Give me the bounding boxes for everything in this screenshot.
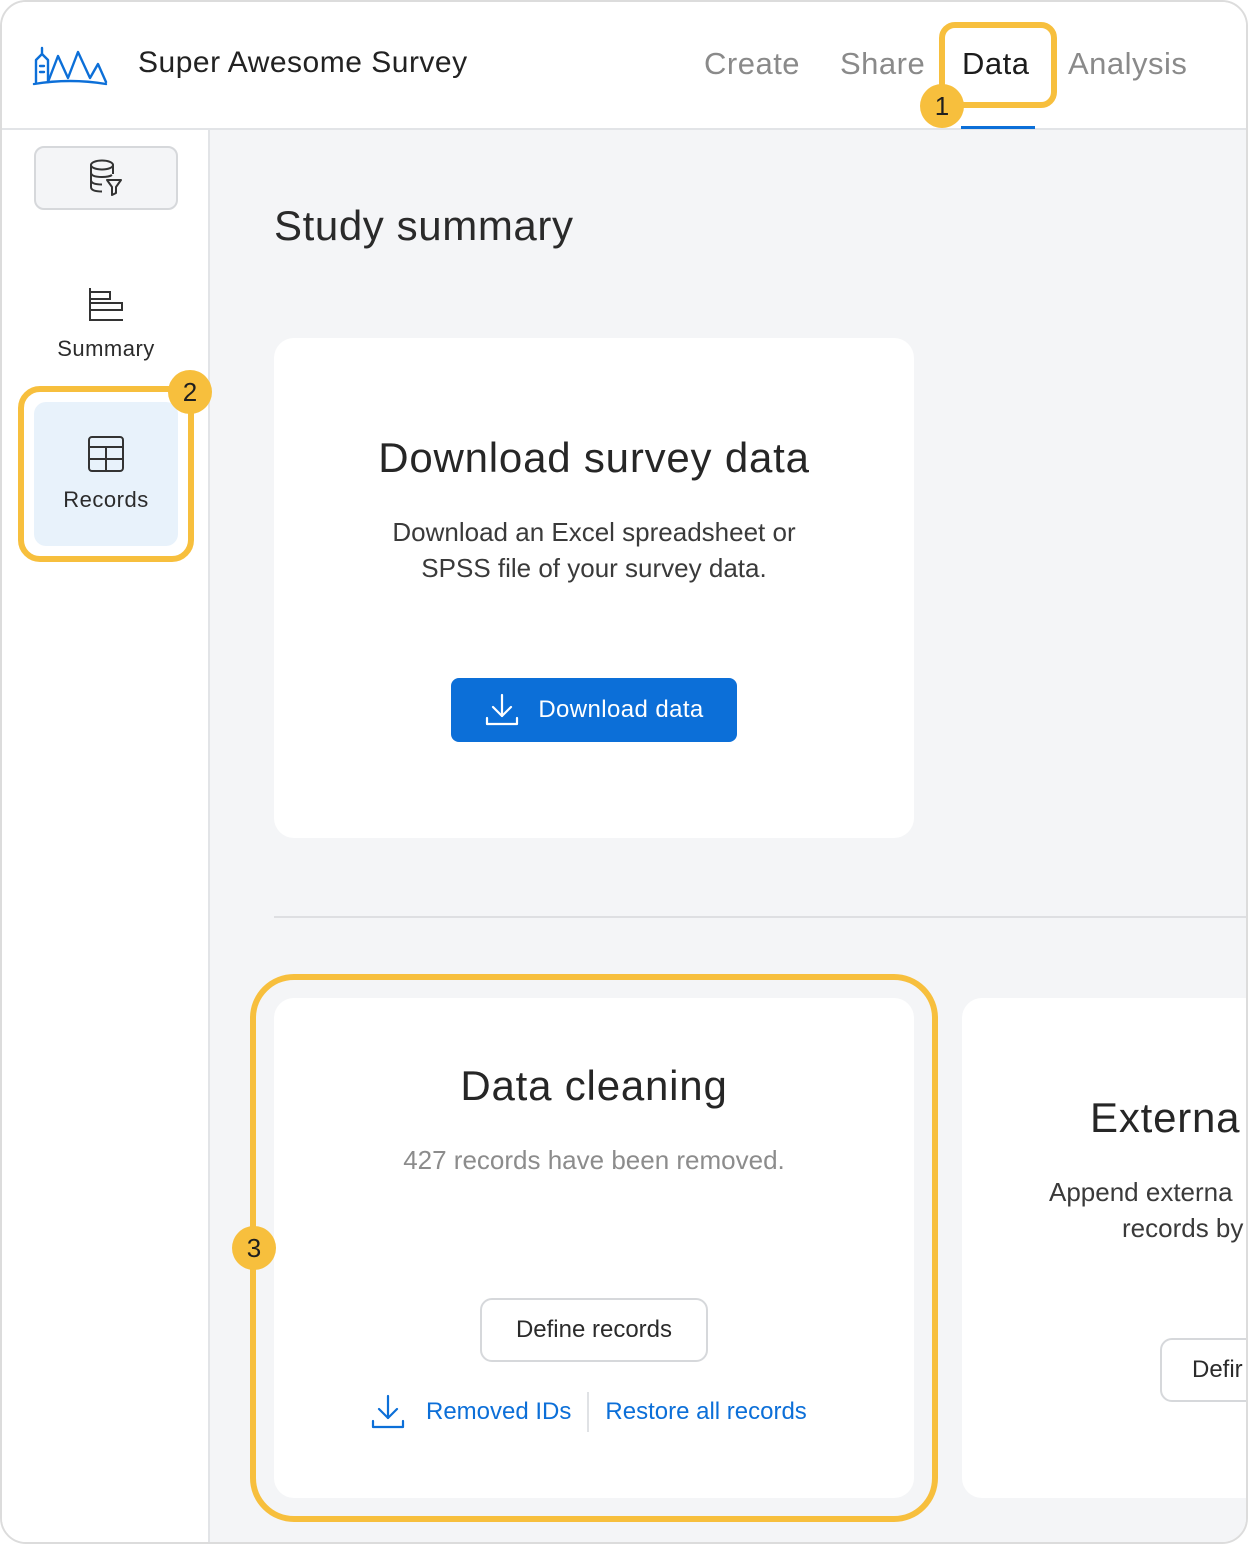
external-card-description-line2: records by [1122, 1213, 1244, 1243]
database-filter-icon [90, 159, 122, 196]
page-title: Study summary [274, 202, 574, 249]
summary-bars-icon [89, 288, 123, 321]
tab-share[interactable]: Share [840, 46, 925, 82]
external-card-description-line1: Append externa [1049, 1177, 1233, 1207]
tab-analysis[interactable]: Analysis [1068, 46, 1187, 82]
sidebar: Summary Records [2, 130, 210, 1542]
external-define-button[interactable]: Defir [1160, 1338, 1246, 1402]
section-divider [274, 916, 1246, 918]
app-window: Super Awesome Survey Create Share Data A… [0, 0, 1248, 1544]
external-card-title: Externa [1090, 1094, 1241, 1141]
external-data-card: Externa Append externa records by Defir [962, 998, 1246, 1498]
step-badge-2: 2 [168, 370, 212, 414]
sidebar-item-summary[interactable]: Summary [34, 252, 178, 396]
download-data-card: Download survey data Download an Excel s… [274, 338, 914, 838]
tab-create[interactable]: Create [704, 46, 800, 82]
step-badge-3: 3 [232, 1226, 276, 1270]
download-card-description-line2: SPSS file of your survey data. [421, 553, 767, 583]
active-tab-indicator [961, 126, 1035, 129]
step-badge-1: 1 [920, 84, 964, 128]
download-card-description-line1: Download an Excel spreadsheet or [392, 517, 796, 547]
download-data-button-label: Download data [538, 696, 704, 723]
sidebar-item-label: Summary [57, 336, 155, 361]
app-title: Super Awesome Survey [138, 46, 468, 79]
download-icon [486, 693, 519, 726]
highlight-records-item [18, 386, 194, 562]
highlight-data-cleaning-card [250, 974, 938, 1522]
download-card-title: Download survey data [378, 434, 810, 481]
download-data-button[interactable]: Download data [451, 678, 737, 742]
top-nav-bar: Super Awesome Survey Create Share Data A… [2, 2, 1246, 130]
mountains-logo-icon [32, 46, 108, 86]
data-filter-button[interactable] [34, 146, 178, 210]
